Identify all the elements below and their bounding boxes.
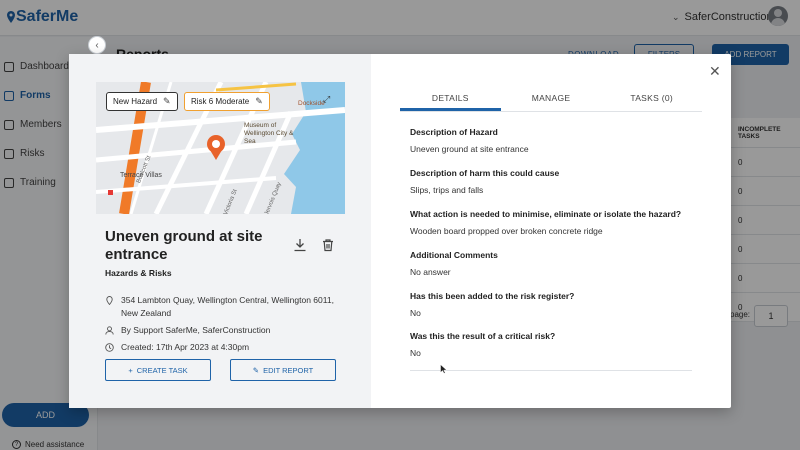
clock-icon <box>105 343 114 352</box>
author-text: By Support SaferMe, SaferConstruction <box>121 325 271 335</box>
detail-answer: No <box>410 348 421 358</box>
detail-answer: Uneven ground at site entrance <box>410 144 529 154</box>
report-created: Created: 17th Apr 2023 at 4:30pm <box>105 341 249 354</box>
chevron-left-icon: ‹ <box>95 39 99 51</box>
detail-item: Has this been added to the risk register… <box>410 291 700 318</box>
report-summary-panel: New Hazard ✎ Risk 6 Moderate ✎ Museum of… <box>69 54 371 408</box>
location-pin-icon <box>106 296 113 305</box>
detail-question: Description of harm this could cause <box>410 168 560 178</box>
detail-question: Additional Comments <box>410 250 498 260</box>
detail-answer: Slips, trips and falls <box>410 185 484 195</box>
tab-details[interactable]: DETAILS <box>400 90 501 111</box>
fullscreen-map-icon[interactable]: ⤢ <box>323 94 330 105</box>
created-text: Created: 17th Apr 2023 at 4:30pm <box>121 342 250 352</box>
mouse-cursor-icon <box>440 364 448 374</box>
collapse-sidebar-button[interactable]: ‹ <box>88 36 106 54</box>
detail-answer: Wooden board propped over broken concret… <box>410 226 603 236</box>
detail-question: What action is needed to minimise, elimi… <box>410 209 682 219</box>
report-author: By Support SaferMe, SaferConstruction <box>105 324 270 337</box>
report-category: Hazards & Risks <box>105 268 172 278</box>
pencil-icon: ✎ <box>252 365 260 375</box>
risk-level-chip[interactable]: Risk 6 Moderate ✎ <box>184 92 270 111</box>
address-text: 354 Lambton Quay, Wellington Central, We… <box>121 295 334 318</box>
risk-level-label: Risk 6 Moderate <box>191 97 250 106</box>
plus-icon: + <box>128 365 133 375</box>
detail-item: Description of Hazard Uneven ground at s… <box>410 127 700 154</box>
report-address: 354 Lambton Quay, Wellington Central, We… <box>105 294 345 320</box>
detail-answer: No <box>410 308 421 318</box>
report-title: Uneven ground at site entrance <box>105 228 263 263</box>
close-icon[interactable]: ✕ <box>709 63 721 80</box>
map-label-dockside: Dockside <box>298 100 325 107</box>
detail-question: Description of Hazard <box>410 127 498 137</box>
railway-station-icon <box>108 190 113 195</box>
report-tabs: DETAILS MANAGE TASKS (0) <box>400 90 702 112</box>
user-icon <box>105 326 114 335</box>
tab-tasks[interactable]: TASKS (0) <box>601 90 702 111</box>
detail-answer: No answer <box>410 267 451 277</box>
tab-manage[interactable]: MANAGE <box>501 90 602 111</box>
hazard-type-label: New Hazard <box>113 97 158 106</box>
create-task-button[interactable]: + CREATE TASK <box>105 359 211 381</box>
detail-question: Was this the result of a critical risk? <box>410 331 556 341</box>
pencil-icon: ✎ <box>163 96 171 106</box>
detail-item: Was this the result of a critical risk? … <box>410 331 700 358</box>
edit-report-label: EDIT REPORT <box>263 365 314 375</box>
create-task-label: CREATE TASK <box>136 365 188 375</box>
map-label-museum: Museum of Wellington City & Sea <box>244 122 294 145</box>
pencil-icon: ✎ <box>255 96 263 106</box>
detail-item: Description of harm this could cause Sli… <box>410 168 700 195</box>
edit-report-button[interactable]: ✎ EDIT REPORT <box>230 359 336 381</box>
report-location-map[interactable]: New Hazard ✎ Risk 6 Moderate ✎ Museum of… <box>96 82 345 214</box>
detail-question: Has this been added to the risk register… <box>410 291 575 301</box>
trash-icon[interactable] <box>321 238 335 252</box>
detail-item: Additional Comments No answer <box>410 250 700 277</box>
divider <box>410 370 692 371</box>
hazard-type-chip[interactable]: New Hazard ✎ <box>106 92 178 111</box>
report-modal: New Hazard ✎ Risk 6 Moderate ✎ Museum of… <box>69 54 731 408</box>
detail-item: What action is needed to minimise, elimi… <box>410 209 700 236</box>
download-icon[interactable] <box>293 238 307 252</box>
